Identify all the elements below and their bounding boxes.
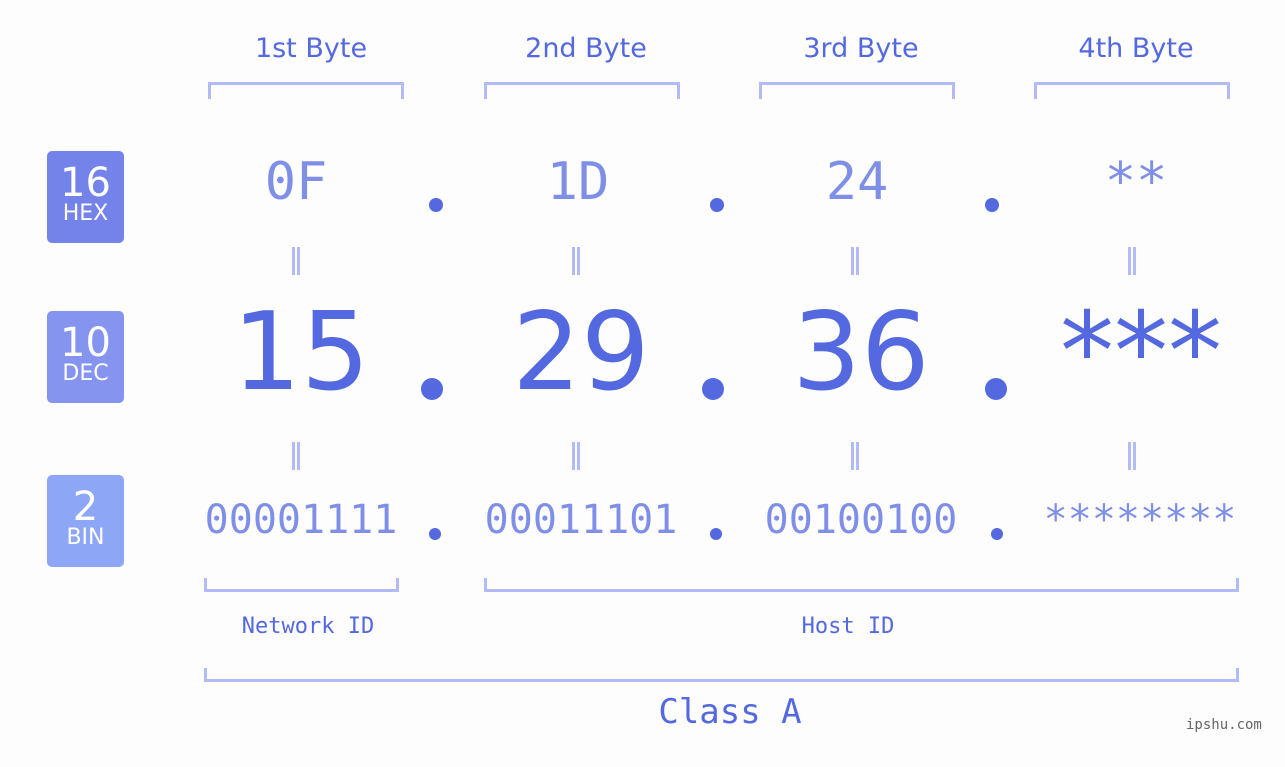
byte-header-2: 2nd Byte	[525, 33, 647, 64]
hex-badge: 16 HEX	[47, 151, 124, 243]
host-id-bracket	[484, 578, 1239, 592]
byte-bracket-4	[1034, 82, 1230, 99]
equals-mark	[292, 247, 300, 275]
bin-badge-label: BIN	[66, 525, 105, 550]
equals-mark	[851, 442, 859, 470]
dec-separator-dot	[421, 378, 443, 400]
byte-bracket-1	[208, 82, 404, 99]
dec-badge-number: 10	[60, 320, 111, 366]
bin-separator-dot	[991, 528, 1003, 540]
dec-separator-dot	[985, 378, 1007, 400]
equals-mark	[572, 442, 580, 470]
dec-value-4: ***	[1060, 290, 1222, 415]
bin-separator-dot	[710, 528, 722, 540]
hex-separator-dot	[710, 198, 724, 212]
byte-header-4: 4th Byte	[1078, 33, 1194, 64]
hex-value-2: 1D	[546, 152, 610, 212]
network-id-label: Network ID	[241, 614, 375, 639]
class-bracket	[204, 668, 1239, 682]
dec-value-3: 36	[792, 290, 930, 415]
hex-value-3: 24	[825, 152, 889, 212]
bin-value-1: 00001111	[204, 497, 398, 543]
dec-value-1: 15	[232, 290, 370, 415]
network-id-bracket	[204, 578, 399, 592]
bin-badge-number: 2	[72, 484, 99, 530]
bin-badge: 2 BIN	[47, 475, 124, 567]
dec-separator-dot	[702, 378, 724, 400]
byte-bracket-2	[484, 82, 680, 99]
host-id-label: Host ID	[801, 614, 895, 639]
dec-badge-label: DEC	[62, 361, 109, 386]
equals-mark	[572, 247, 580, 275]
bin-value-2: 00011101	[484, 497, 678, 543]
equals-mark	[1128, 442, 1136, 470]
equals-mark	[292, 442, 300, 470]
equals-mark	[1128, 247, 1136, 275]
hex-badge-number: 16	[60, 160, 111, 206]
hex-separator-dot	[429, 198, 443, 212]
hex-separator-dot	[985, 198, 999, 212]
bin-value-4: ********	[1043, 497, 1237, 543]
byte-bracket-3	[759, 82, 955, 99]
hex-badge-label: HEX	[62, 201, 109, 226]
hex-value-4: **	[1104, 152, 1168, 212]
dec-badge: 10 DEC	[47, 311, 124, 403]
equals-mark	[851, 247, 859, 275]
hex-value-1: 0F	[264, 152, 328, 212]
byte-header-3: 3rd Byte	[803, 33, 919, 64]
dec-value-2: 29	[512, 290, 650, 415]
byte-header-1: 1st Byte	[254, 33, 368, 64]
watermark: ipshu.com	[1186, 717, 1262, 733]
class-label: Class A	[658, 692, 802, 732]
bin-value-3: 00100100	[764, 497, 958, 543]
bin-separator-dot	[429, 528, 441, 540]
